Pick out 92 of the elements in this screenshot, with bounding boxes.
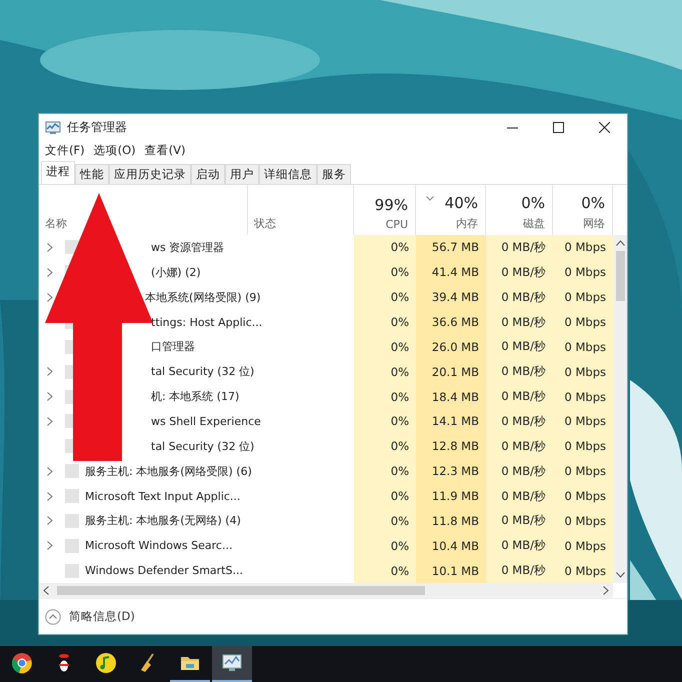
cpu-cell: 0% (354, 409, 416, 434)
column-header[interactable]: CPU (386, 218, 408, 231)
memory-cell: 12.8 MB (416, 434, 486, 459)
network-cell: 0 Mbps (553, 533, 613, 558)
disk-cell: 0 MB/秒 (486, 508, 553, 534)
network-cell: 0 Mbps (553, 458, 613, 484)
network-cell: 0 Mbps (553, 310, 613, 334)
cpu-cell: 0% (354, 384, 416, 410)
network-cell: 0 Mbps (553, 235, 613, 260)
memory-cell: 41.4 MB (416, 260, 486, 285)
disk-cell: 0 MB/秒 (486, 284, 553, 310)
network-cell: 0 Mbps (553, 508, 613, 534)
column-header[interactable]: 网络 (583, 216, 605, 231)
cpu-cell: 0% (354, 235, 416, 260)
process-name[interactable]: ws 资源管理器 (151, 240, 224, 255)
process-name[interactable]: tal Security (32 位) (151, 364, 254, 380)
memory-cell: 36.6 MB (416, 310, 486, 334)
tab[interactable]: 详细信息 (259, 164, 317, 184)
network-cell: 0 Mbps (553, 434, 613, 459)
menu-item[interactable]: 查看(V) (142, 143, 192, 158)
disk-cell: 0 MB/秒 (486, 533, 553, 558)
disk-cell: 0 MB/秒 (486, 558, 553, 584)
disk-cell: 0 MB/秒 (486, 458, 553, 484)
process-name[interactable]: 服务主机: 本地服务(网络受限) (6) (85, 464, 252, 479)
column-percent: 0% (581, 194, 605, 212)
process-name[interactable]: Microsoft Text Input Applic... (85, 490, 240, 503)
tab[interactable]: 进程 (41, 161, 75, 184)
cpu-cell: 0% (354, 508, 416, 534)
process-name[interactable]: (小娜) (2) (151, 264, 201, 280)
disk-cell: 0 MB/秒 (486, 359, 553, 384)
menu-item[interactable]: 文件(F) (43, 143, 92, 158)
network-cell: 0 Mbps (553, 484, 613, 508)
network-cell: 0 Mbps (553, 334, 613, 360)
tab[interactable]: 性能 (75, 164, 109, 184)
menu-item[interactable]: 选项(O) (92, 143, 143, 158)
tab[interactable]: 应用历史记录 (109, 164, 191, 184)
network-cell: 0 Mbps (553, 284, 613, 310)
column-percent: 40% (444, 194, 478, 212)
memory-cell: 11.8 MB (416, 508, 486, 534)
memory-cell: 14.1 MB (416, 409, 486, 434)
process-name[interactable]: Windows Defender SmartS... (85, 564, 243, 578)
cpu-cell: 0% (354, 334, 416, 360)
disk-cell: 0 MB/秒 (486, 334, 553, 360)
tab[interactable]: 服务 (317, 164, 351, 184)
memory-cell: 10.1 MB (416, 558, 486, 584)
cpu-cell: 0% (354, 484, 416, 508)
cpu-cell: 0% (354, 434, 416, 459)
memory-cell: 11.9 MB (416, 484, 486, 508)
disk-cell: 0 MB/秒 (486, 484, 553, 508)
cpu-cell: 0% (354, 310, 416, 334)
network-cell: 0 Mbps (553, 359, 613, 384)
process-name[interactable]: 口管理器 (151, 339, 195, 354)
cpu-cell: 0% (354, 260, 416, 285)
process-name[interactable]: ws Shell Experience (151, 414, 261, 428)
memory-cell: 12.3 MB (416, 458, 486, 484)
column-header[interactable]: 名称 (45, 216, 67, 231)
network-cell: 0 Mbps (553, 558, 613, 584)
process-name[interactable]: 机: 本地系统 (17) (151, 389, 240, 404)
cpu-cell: 0% (354, 558, 416, 584)
cpu-cell: 0% (354, 284, 416, 310)
disk-cell: 0 MB/秒 (486, 409, 553, 434)
window-title: 任务管理器 (67, 119, 128, 136)
disk-cell: 0 MB/秒 (486, 235, 553, 260)
column-header[interactable]: 磁盘 (523, 216, 545, 231)
memory-cell: 26.0 MB (416, 334, 486, 360)
memory-cell: 39.4 MB (416, 284, 486, 310)
column-percent: 99% (374, 196, 408, 214)
cpu-cell: 0% (354, 458, 416, 484)
column-percent: 0% (521, 194, 545, 212)
memory-cell: 20.1 MB (416, 359, 486, 384)
tab[interactable]: 用户 (225, 164, 259, 184)
disk-cell: 0 MB/秒 (486, 310, 553, 334)
column-header[interactable]: 状态 (254, 216, 276, 231)
process-name[interactable]: Microsoft Windows Searc... (85, 539, 232, 552)
tab[interactable]: 启动 (191, 164, 225, 184)
process-name[interactable]: 服务主机: 本地服务(无网络) (4) (85, 513, 241, 528)
process-name[interactable]: ttings: Host Applic... (151, 316, 262, 328)
memory-cell: 56.7 MB (416, 235, 486, 260)
cpu-cell: 0% (354, 359, 416, 384)
column-header[interactable]: 内存 (456, 216, 478, 231)
disk-cell: 0 MB/秒 (486, 434, 553, 459)
fewer-details-button[interactable]: 简略信息(D) (45, 608, 135, 624)
memory-cell: 18.4 MB (416, 384, 486, 410)
memory-cell: 10.4 MB (416, 533, 486, 558)
network-cell: 0 Mbps (553, 384, 613, 410)
network-cell: 0 Mbps (553, 260, 613, 285)
process-name[interactable]: 本地系统(网络受限) (9) (145, 290, 261, 305)
process-name[interactable]: tal Security (32 位) (151, 438, 254, 454)
network-cell: 0 Mbps (553, 409, 613, 434)
disk-cell: 0 MB/秒 (486, 260, 553, 285)
disk-cell: 0 MB/秒 (486, 384, 553, 410)
cpu-cell: 0% (354, 533, 416, 558)
